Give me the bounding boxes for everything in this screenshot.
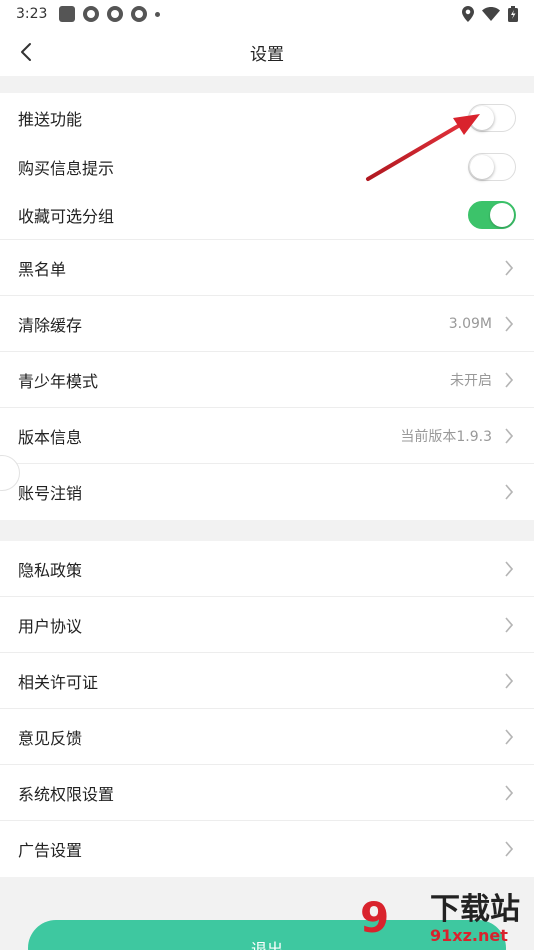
app-notification-icon xyxy=(59,6,76,22)
favorite-groups-toggle[interactable] xyxy=(468,201,516,229)
chevron-right-icon xyxy=(502,839,516,859)
chevron-right-icon xyxy=(502,615,516,635)
chevron-right-icon xyxy=(502,671,516,691)
setting-row-blacklist[interactable]: 黑名单 xyxy=(0,240,534,296)
wifi-icon xyxy=(482,7,500,21)
pinwheel-notification-icon xyxy=(107,6,124,22)
pinwheel-notification-icon xyxy=(83,6,100,22)
setting-row-permissions[interactable]: 系统权限设置 xyxy=(0,765,534,821)
setting-row-licenses[interactable]: 相关许可证 xyxy=(0,653,534,709)
watermark-logo: 9 xyxy=(360,893,390,942)
setting-row-delete-account[interactable]: 账号注销 xyxy=(0,464,534,520)
location-icon xyxy=(462,6,474,22)
setting-label: 版本信息 xyxy=(18,427,83,447)
setting-label: 购买信息提示 xyxy=(18,158,115,178)
toggle-knob xyxy=(490,203,514,227)
status-bar: 3:23 xyxy=(0,0,534,28)
chevron-right-icon xyxy=(502,783,516,803)
chevron-right-icon xyxy=(502,559,516,579)
setting-row-user-agreement[interactable]: 用户协议 xyxy=(0,597,534,653)
chevron-right-icon xyxy=(502,370,516,390)
setting-label: 意见反馈 xyxy=(18,728,83,748)
setting-label: 用户协议 xyxy=(18,616,83,636)
chevron-right-icon xyxy=(502,426,516,446)
app-header: 设置 xyxy=(0,28,534,76)
setting-label: 推送功能 xyxy=(18,109,83,129)
version-value: 当前版本1.9.3 xyxy=(400,428,492,445)
cache-size-value: 3.09M xyxy=(448,315,492,332)
back-arrow-icon xyxy=(21,43,31,61)
status-time: 3:23 xyxy=(16,6,48,22)
setting-row-clear-cache[interactable]: 清除缓存 3.09M xyxy=(0,296,534,352)
teen-mode-value: 未开启 xyxy=(450,372,492,389)
setting-label: 黑名单 xyxy=(18,259,67,279)
setting-label: 广告设置 xyxy=(18,841,83,860)
setting-row-feedback[interactable]: 意见反馈 xyxy=(0,709,534,765)
setting-label: 清除缓存 xyxy=(18,315,83,335)
chevron-right-icon xyxy=(502,258,516,278)
page-title: 设置 xyxy=(250,44,284,65)
setting-row-privacy[interactable]: 隐私政策 xyxy=(0,541,534,597)
chevron-right-icon xyxy=(502,314,516,334)
chevron-right-icon xyxy=(502,727,516,747)
setting-label: 隐私政策 xyxy=(18,560,83,580)
system-icons xyxy=(462,6,518,22)
battery-icon xyxy=(508,6,518,22)
setting-row-ads[interactable]: 广告设置 xyxy=(0,821,534,877)
setting-row-teen-mode[interactable]: 青少年模式 未开启 xyxy=(0,352,534,408)
site-watermark: 9 下载站 91xz.net xyxy=(360,892,534,950)
setting-label: 青少年模式 xyxy=(18,371,99,391)
chevron-right-icon xyxy=(502,482,516,502)
back-button[interactable] xyxy=(12,38,40,66)
settings-screen: 3:23 设置 推送功能 购买信息提示 收藏可选分组 黑名单 清除缓存 3.09… xyxy=(0,0,534,950)
setting-row-version[interactable]: 版本信息 当前版本1.9.3 xyxy=(0,408,534,464)
watermark-title: 下载站 xyxy=(430,892,520,927)
watermark-url: 91xz.net xyxy=(430,926,508,945)
pinwheel-notification-icon xyxy=(131,6,148,22)
setting-label: 相关许可证 xyxy=(18,672,99,692)
legal-settings-section: 隐私政策 用户协议 相关许可证 意见反馈 系统权限设置 广告设置 xyxy=(0,541,534,877)
setting-label: 收藏可选分组 xyxy=(18,207,115,226)
setting-row-favorite-groups: 收藏可选分组 xyxy=(0,191,534,240)
annotation-arrow-icon xyxy=(366,114,480,181)
setting-label: 系统权限设置 xyxy=(18,784,115,804)
more-notifications-icon xyxy=(155,11,161,17)
setting-label: 账号注销 xyxy=(18,484,83,503)
notification-icons xyxy=(59,6,161,22)
